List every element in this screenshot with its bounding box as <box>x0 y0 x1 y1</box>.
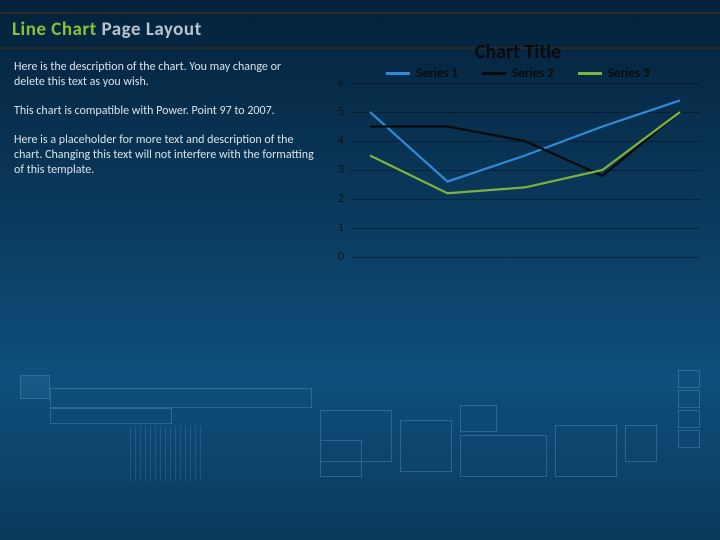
y-tick-label: 3 <box>338 163 344 177</box>
legend-item-series2: Series 2 <box>482 66 554 81</box>
legend-label: Series 2 <box>512 66 554 81</box>
legend-item-series3: Series 3 <box>578 66 650 81</box>
y-tick-label: 4 <box>338 134 344 148</box>
y-tick-label: 5 <box>338 105 344 119</box>
legend-swatch <box>386 72 410 75</box>
legend-swatch <box>578 72 602 75</box>
legend-label: Series 3 <box>608 66 650 81</box>
legend-swatch <box>482 72 506 75</box>
description-paragraph: Here is a placeholder for more text and … <box>14 133 314 178</box>
series-line <box>370 112 680 176</box>
chart-title: Chart Title <box>330 40 706 64</box>
chart-lines-svg <box>350 83 700 257</box>
y-tick-label: 0 <box>338 250 344 264</box>
legend-label: Series 1 <box>416 66 458 81</box>
slide-title-accent: Line Chart <box>12 18 97 41</box>
y-tick-label: 2 <box>338 192 344 206</box>
description-column: Here is the description of the chart. Yo… <box>14 60 314 192</box>
line-chart: Chart Title Series 1 Series 2 Series 3 6… <box>330 40 706 257</box>
legend-item-series1: Series 1 <box>386 66 458 81</box>
decorative-blueprint <box>20 370 700 520</box>
chart-legend: Series 1 Series 2 Series 3 <box>330 66 706 81</box>
chart-plot-area: 6 5 4 3 2 1 0 <box>350 83 700 257</box>
description-paragraph: Here is the description of the chart. Yo… <box>14 60 314 90</box>
description-paragraph: This chart is compatible with Power. Poi… <box>14 104 314 119</box>
gridline <box>350 257 700 258</box>
slide-title: Line Chart Page Layout <box>12 18 708 41</box>
y-tick-label: 6 <box>338 76 344 90</box>
y-tick-label: 1 <box>338 221 344 235</box>
slide-title-rest: Page Layout <box>97 18 202 41</box>
